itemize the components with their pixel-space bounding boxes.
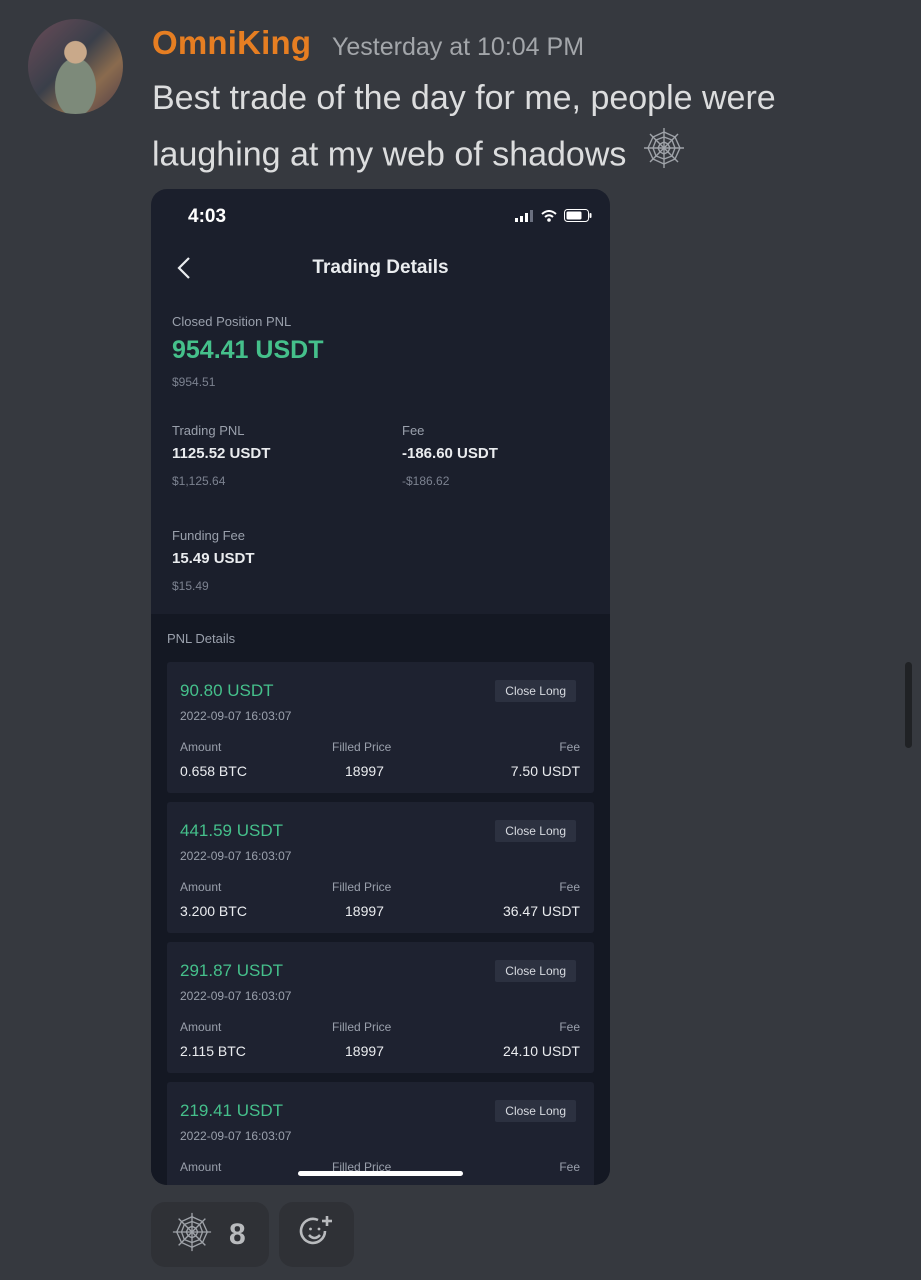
signal-icon — [515, 209, 534, 227]
funding-fee-label: Funding Fee — [172, 528, 245, 543]
message-timestamp: Yesterday at 10:04 PM — [332, 33, 585, 61]
status-clock: 4:03 — [188, 206, 227, 227]
pnl-details-section: PNL Details 90.80 USDT 2022-09-07 16:03:… — [151, 614, 610, 1185]
card-date: 2022-09-07 16:03:07 — [180, 989, 292, 1003]
message-text: Best trade of the day for me, people wer… — [152, 70, 852, 187]
card-date: 2022-09-07 16:03:07 — [180, 709, 292, 723]
fee-label: Fee — [402, 423, 425, 438]
pnl-card[interactable]: 90.80 USDT 2022-09-07 16:03:07 Close Lon… — [167, 662, 594, 793]
card-pnl: 219.41 USDT — [180, 1101, 283, 1120]
filled-price-value: 18997 — [345, 903, 384, 919]
close-long-badge: Close Long — [495, 1100, 576, 1122]
fee-value: 36.47 USDT — [502, 903, 580, 919]
filled-price-label: Filled Price — [332, 740, 392, 754]
fee-usd: -$186.62 — [402, 474, 450, 488]
scrollbar[interactable] — [905, 662, 912, 748]
add-reaction-icon — [299, 1214, 335, 1255]
fee-value: 7.50 USDT — [510, 763, 580, 779]
pnl-card[interactable]: 219.41 USDT 2022-09-07 16:03:07 Close Lo… — [167, 1082, 594, 1185]
spider-web-icon — [171, 1211, 213, 1258]
amount-label: Amount — [180, 1160, 222, 1174]
pnl-card[interactable]: 441.59 USDT 2022-09-07 16:03:07 Close Lo… — [167, 802, 594, 933]
filled-price-value: 18997 — [345, 1043, 384, 1059]
pnl-summary: Closed Position PNL 954.41 USDT $954.51 … — [151, 293, 610, 614]
trading-pnl-value: 1125.52 USDT — [172, 445, 271, 462]
reaction-count: 8 — [229, 1217, 246, 1251]
status-bar: 4:03 — [151, 189, 610, 243]
trading-pnl-label: Trading PNL — [172, 423, 245, 438]
trade-screenshot[interactable]: 4:03 Trading Details Closed Position PNL… — [151, 189, 610, 1185]
card-pnl: 90.80 USDT — [180, 681, 274, 700]
pnl-card[interactable]: 291.87 USDT 2022-09-07 16:03:07 Close Lo… — [167, 942, 594, 1073]
amount-value: 2.115 BTC — [180, 1043, 246, 1059]
fee-label: Fee — [559, 1020, 580, 1034]
username[interactable]: OmniKing — [152, 24, 311, 62]
add-reaction-button[interactable] — [279, 1202, 354, 1267]
amount-label: Amount — [180, 1020, 222, 1034]
amount-value: 3.200 BTC — [180, 903, 247, 919]
status-icons — [515, 209, 592, 227]
close-long-badge: Close Long — [495, 960, 576, 982]
filled-price-value: 18997 — [345, 763, 384, 779]
amount-label: Amount — [180, 880, 222, 894]
fee-label: Fee — [559, 1160, 580, 1174]
battery-icon — [564, 209, 592, 227]
filled-price-label: Filled Price — [332, 880, 392, 894]
fee-value: 24.10 USDT — [502, 1043, 580, 1059]
nav-bar: Trading Details — [151, 243, 610, 293]
wifi-icon — [541, 209, 557, 227]
fee-label: Fee — [559, 740, 580, 754]
amount-value: 0.658 BTC — [180, 763, 247, 779]
card-date: 2022-09-07 16:03:07 — [180, 1129, 292, 1143]
closed-pnl-usd: $954.51 — [172, 375, 216, 389]
pnl-details-heading: PNL Details — [167, 631, 236, 646]
user-avatar[interactable] — [28, 19, 123, 114]
trading-pnl-usd: $1,125.64 — [172, 474, 226, 488]
funding-fee-usd: $15.49 — [172, 579, 209, 593]
spider-web-reaction[interactable]: 8 — [151, 1202, 269, 1267]
fee-value: -186.60 USDT — [402, 445, 498, 462]
amount-label: Amount — [180, 740, 222, 754]
home-indicator — [298, 1171, 463, 1176]
card-pnl: 441.59 USDT — [180, 821, 283, 840]
funding-fee-value: 15.49 USDT — [172, 550, 255, 567]
fee-label: Fee — [559, 880, 580, 894]
filled-price-label: Filled Price — [332, 1020, 392, 1034]
spider-web-icon — [642, 126, 686, 187]
closed-pnl-value: 954.41 USDT — [172, 336, 324, 364]
closed-pnl-label: Closed Position PNL — [172, 314, 292, 329]
card-date: 2022-09-07 16:03:07 — [180, 849, 292, 863]
card-pnl: 291.87 USDT — [180, 961, 283, 980]
close-long-badge: Close Long — [495, 680, 576, 702]
nav-title: Trading Details — [312, 257, 449, 278]
close-long-badge: Close Long — [495, 820, 576, 842]
